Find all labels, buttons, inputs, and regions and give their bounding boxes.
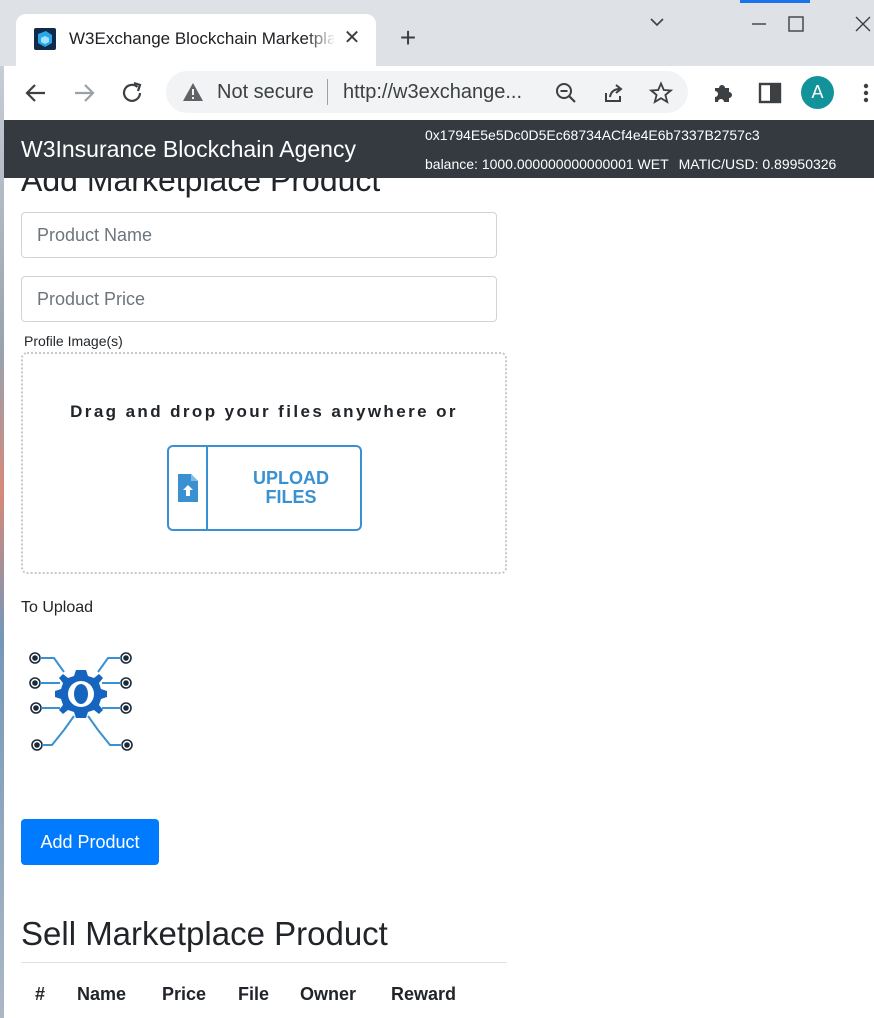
maximize-icon[interactable] <box>781 10 811 38</box>
table-top-rule <box>21 962 507 963</box>
tab-search-icon[interactable] <box>642 10 672 38</box>
sell-product-heading: Sell Marketplace Product <box>21 915 388 952</box>
omnibox-divider <box>327 79 328 105</box>
add-product-button[interactable]: Add Product <box>21 819 159 865</box>
side-panel-icon[interactable] <box>756 79 784 107</box>
upload-files-button[interactable]: UPLOAD FILES <box>167 445 362 531</box>
window-accent-line <box>740 0 810 3</box>
column-header-file: File <box>238 984 270 1004</box>
wallet-balance-row: balance: 1000.000000000000001 WET MATIC/U… <box>425 156 836 172</box>
column-header-name: Name <box>77 984 127 1004</box>
browser-tab[interactable]: W3Exchange Blockchain Marketplace ✕ <box>16 14 376 66</box>
dropzone-text: Drag and drop your files anywhere or <box>70 402 458 421</box>
back-icon[interactable] <box>22 79 50 107</box>
blockchain-gear-thumbnail <box>29 652 133 751</box>
warning-icon[interactable] <box>182 81 204 103</box>
product-name-input[interactable] <box>21 212 497 258</box>
column-header-price: Price <box>162 984 207 1004</box>
reload-icon[interactable] <box>118 79 146 107</box>
brand-title[interactable]: W3Insurance Blockchain Agency <box>21 136 356 163</box>
extensions-icon[interactable] <box>709 79 737 107</box>
to-upload-label: To Upload <box>21 599 94 616</box>
column-header-owner: Owner <box>300 984 357 1004</box>
menu-icon[interactable] <box>852 79 874 107</box>
tab-title: W3Exchange Blockchain Marketplace <box>69 29 334 48</box>
profile-avatar[interactable]: A <box>801 76 834 109</box>
wallet-address: 0x1794E5e5Dc0D5Ec68734ACf4e4E6b7337B2757… <box>425 127 760 143</box>
product-price-input[interactable] <box>21 276 497 322</box>
share-icon[interactable] <box>602 81 626 105</box>
browser-toolbar: Not secure http://w3exchange... A <box>0 66 874 120</box>
security-status[interactable]: Not secure <box>217 81 314 104</box>
page-content: Add Marketplace Product Profile Image(s)… <box>0 178 874 1018</box>
column-header-reward: Reward <box>391 984 457 1004</box>
upload-button-divider <box>206 447 208 529</box>
star-icon[interactable] <box>649 81 673 105</box>
column-header-number: # <box>35 984 46 1004</box>
file-upload-icon <box>178 474 198 502</box>
exchange-rate: MATIC/USD: 0.89950326 <box>678 156 837 172</box>
address-bar[interactable]: Not secure http://w3exchange... <box>166 71 688 113</box>
url-text[interactable]: http://w3exchange... <box>343 81 543 104</box>
add-product-heading: Add Marketplace Product <box>21 178 381 198</box>
tab-title-fade <box>306 24 336 54</box>
close-tab-icon[interactable]: ✕ <box>342 26 362 50</box>
upload-files-label: UPLOAD FILES <box>253 468 329 507</box>
file-dropzone[interactable]: Drag and drop your files anywhere or UPL… <box>21 352 507 574</box>
tab-strip: W3Exchange Blockchain Marketplace ✕ + <box>0 0 874 66</box>
minimize-icon[interactable] <box>744 10 774 38</box>
close-window-icon[interactable] <box>848 10 874 38</box>
profile-images-label: Profile Image(s) <box>24 333 123 349</box>
new-tab-button[interactable]: + <box>394 24 422 52</box>
site-favicon-icon <box>34 28 56 50</box>
app-navbar: W3Insurance Blockchain Agency 0x1794E5e5… <box>4 120 874 178</box>
wallet-balance: balance: 1000.000000000000001 WET <box>425 156 669 172</box>
zoom-icon[interactable] <box>554 81 578 105</box>
forward-icon[interactable] <box>70 79 98 107</box>
